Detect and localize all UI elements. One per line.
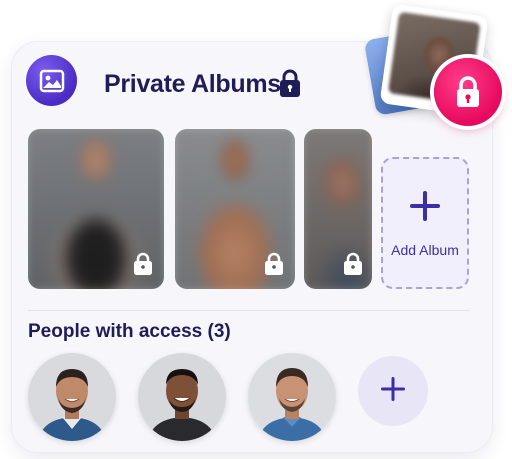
- plus-icon: [379, 375, 407, 408]
- add-person-button[interactable]: [358, 356, 428, 426]
- plus-icon: [408, 189, 442, 228]
- person-avatar-3[interactable]: [248, 353, 336, 441]
- lock-icon: [263, 252, 285, 281]
- divider: [28, 310, 470, 311]
- album-photo-3[interactable]: [304, 129, 372, 289]
- person-avatar-2[interactable]: [138, 353, 226, 441]
- album-photo-2[interactable]: [175, 129, 295, 289]
- lock-badge-icon: [434, 58, 502, 126]
- lock-icon: [342, 252, 364, 281]
- lock-icon: [132, 252, 154, 281]
- add-album-button[interactable]: Add Album: [381, 157, 469, 289]
- album-photo-1[interactable]: [28, 129, 164, 289]
- page-title: Private Albums: [104, 70, 281, 98]
- lock-icon: [278, 68, 302, 103]
- people-access-title: People with access (3): [28, 321, 231, 342]
- image-icon: [26, 55, 77, 106]
- person-avatar-1[interactable]: [28, 353, 116, 441]
- add-album-label: Add Album: [391, 242, 459, 258]
